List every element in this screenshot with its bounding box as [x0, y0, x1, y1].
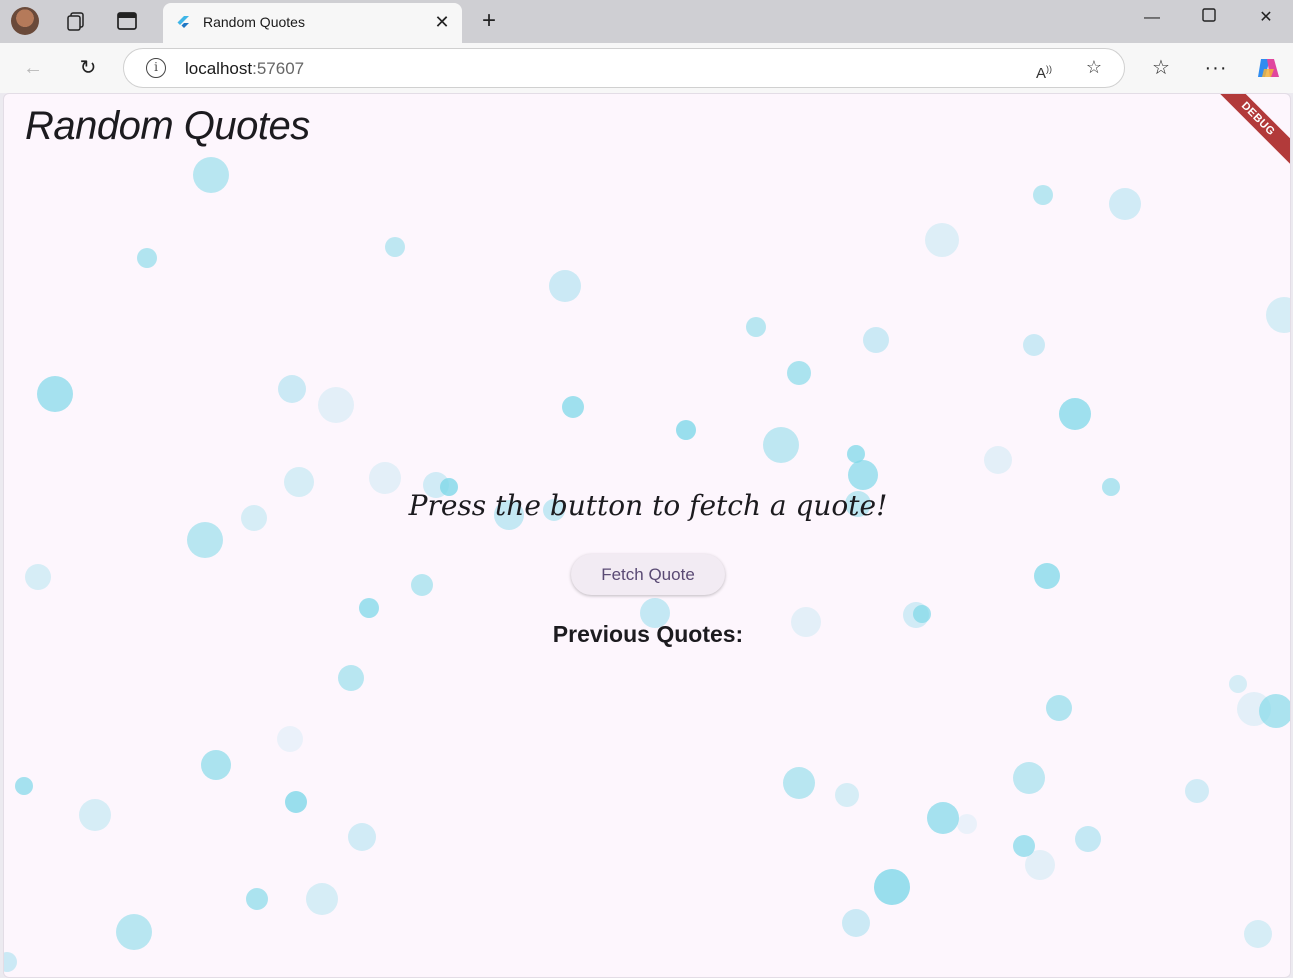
bubble-decoration: [4, 952, 17, 972]
bubble-decoration: [984, 446, 1012, 474]
bubble-decoration: [285, 791, 307, 813]
bubble-decoration: [783, 767, 815, 799]
bubble-decoration: [201, 750, 231, 780]
bubble-decoration: [187, 522, 223, 558]
browser-toolbar: ← ↻ i localhost:57607 A)) ☆ ☆ ···: [0, 43, 1293, 93]
app-canvas: Random Quotes DEBUG Press the button to …: [3, 93, 1291, 978]
tab-title: Random Quotes: [203, 14, 305, 30]
bubble-decoration: [763, 427, 799, 463]
bubble-decoration: [1023, 334, 1045, 356]
more-icon[interactable]: ···: [1203, 55, 1229, 81]
bubble-decoration: [874, 869, 910, 905]
bubble-decoration: [925, 223, 959, 257]
bubble-decoration: [1244, 920, 1272, 948]
bubble-decoration: [1013, 762, 1045, 794]
bubble-decoration: [15, 777, 33, 795]
bubble-decoration: [1109, 188, 1141, 220]
bubble-decoration: [1185, 779, 1209, 803]
bubble-decoration: [193, 157, 229, 193]
refresh-icon[interactable]: ↻: [75, 55, 101, 81]
bubble-decoration: [1229, 675, 1247, 693]
bubble-decoration: [116, 914, 152, 950]
bubble-decoration: [746, 317, 766, 337]
bubble-decoration: [411, 574, 433, 596]
bubble-decoration: [1046, 695, 1072, 721]
browser-titlebar: Random Quotes ✕ + — ✕: [0, 0, 1293, 43]
bubble-decoration: [1266, 297, 1290, 333]
bubble-decoration: [25, 564, 51, 590]
bubble-decoration: [549, 270, 581, 302]
favorite-star-icon[interactable]: ☆: [1082, 57, 1106, 81]
bubble-decoration: [137, 248, 157, 268]
favorites-icon[interactable]: ☆: [1148, 55, 1174, 81]
bubble-decoration: [359, 598, 379, 618]
close-icon[interactable]: ✕: [432, 12, 452, 33]
bubble-decoration: [957, 814, 977, 834]
tab-actions-icon[interactable]: [113, 7, 141, 35]
bubble-decoration: [1033, 185, 1053, 205]
copilot-icon[interactable]: [1255, 55, 1281, 81]
address-text[interactable]: localhost:57607: [185, 59, 304, 79]
bubble-decoration: [348, 823, 376, 851]
bubble-decoration: [278, 375, 306, 403]
plus-icon[interactable]: +: [476, 8, 502, 34]
bubble-decoration: [37, 376, 73, 412]
bubble-decoration: [848, 460, 878, 490]
close-window-icon[interactable]: ✕: [1251, 6, 1281, 30]
info-icon[interactable]: i: [146, 58, 166, 78]
previous-quotes-heading: Previous Quotes:: [552, 621, 744, 647]
bubble-decoration: [1259, 694, 1290, 728]
bubble-decoration: [835, 783, 859, 807]
bubble-decoration: [385, 237, 405, 257]
address-bar[interactable]: i localhost:57607 A)) ☆: [123, 48, 1125, 88]
profile-avatar-icon[interactable]: [11, 7, 39, 35]
bubble-decoration: [277, 726, 303, 752]
bubble-decoration: [1034, 563, 1060, 589]
bubble-decoration: [306, 883, 338, 915]
bubble-decoration: [246, 888, 268, 910]
workspaces-icon[interactable]: [62, 7, 90, 35]
bubble-decoration: [842, 909, 870, 937]
bubble-decoration: [863, 327, 889, 353]
bubble-decoration: [676, 420, 696, 440]
debug-banner: DEBUG: [1209, 94, 1290, 168]
bubble-decoration: [927, 802, 959, 834]
minimize-icon[interactable]: —: [1137, 6, 1167, 30]
back-icon[interactable]: ←: [20, 55, 46, 81]
quote-prompt: Press the button to fetch a quote!: [408, 489, 888, 522]
bubble-decoration: [1075, 826, 1101, 852]
read-aloud-icon[interactable]: A)): [1032, 57, 1056, 82]
bubble-decoration: [1025, 850, 1055, 880]
bubble-decoration: [1059, 398, 1091, 430]
bubble-decoration: [338, 665, 364, 691]
maximize-icon[interactable]: [1194, 6, 1224, 30]
fetch-quote-button[interactable]: Fetch Quote: [571, 554, 725, 595]
browser-tab[interactable]: Random Quotes ✕: [163, 3, 462, 43]
bubble-decoration: [787, 361, 811, 385]
bubble-decoration: [79, 799, 111, 831]
bubble-decoration: [318, 387, 354, 423]
bubble-decoration: [562, 396, 584, 418]
flutter-favicon: [177, 16, 189, 28]
page-title: Random Quotes: [25, 104, 310, 148]
